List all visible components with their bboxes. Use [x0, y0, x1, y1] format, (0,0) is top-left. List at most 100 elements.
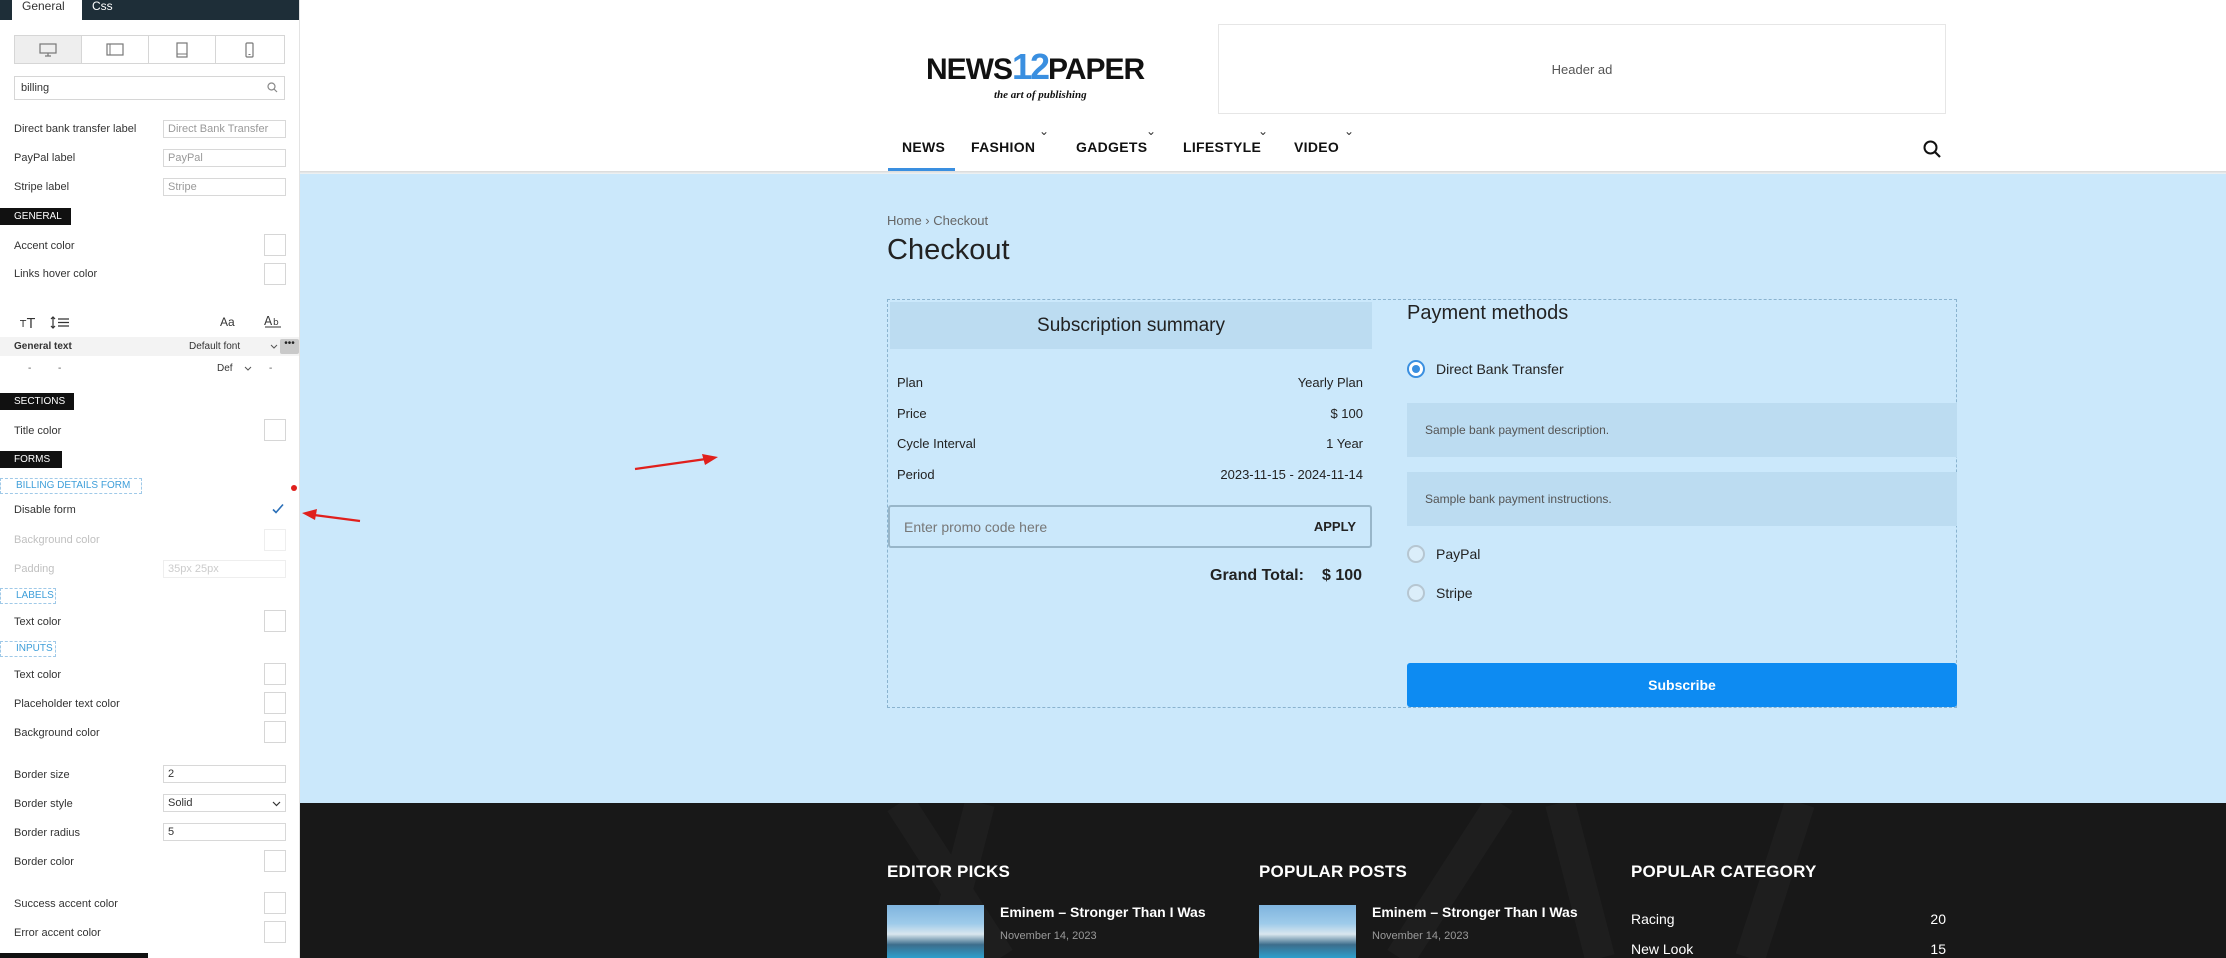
accent-color-swatch[interactable]: [264, 234, 286, 256]
accent-color-label: Accent color: [14, 240, 75, 252]
search-value: billing: [21, 82, 50, 94]
more-options-button[interactable]: •••: [280, 339, 299, 354]
section-forms: FORMS: [0, 451, 62, 468]
line-height-icon[interactable]: [50, 316, 70, 329]
category-racing-count: 20: [1930, 911, 1946, 927]
nav-fashion[interactable]: FASHION: [971, 139, 1035, 155]
stripe-label: Stripe label: [14, 181, 70, 193]
radio-direct-bank-transfer[interactable]: [1407, 360, 1425, 378]
page-title: Checkout: [887, 234, 1010, 266]
direct-bank-transfer-field[interactable]: Direct Bank Transfer: [163, 120, 286, 138]
font-size-icon[interactable]: TT: [20, 316, 36, 329]
nav-video[interactable]: VIDEO: [1294, 139, 1339, 155]
promo-code-field: Enter promo code here APPLY: [888, 505, 1372, 548]
radio-paypal[interactable]: [1407, 545, 1425, 563]
border-style-label: Border style: [14, 798, 73, 810]
search-icon: [267, 82, 278, 93]
footer-popular-category-title: POPULAR CATEGORY: [1631, 862, 1817, 881]
summary-value-price: $ 100: [1330, 406, 1363, 421]
tablet-landscape-view-button[interactable]: [82, 36, 149, 63]
phone-view-button[interactable]: [216, 36, 283, 63]
header-ad[interactable]: Header ad: [1218, 24, 1946, 114]
chevron-down-icon: [270, 344, 278, 349]
summary-label-price: Price: [897, 406, 927, 421]
apply-promo-button[interactable]: APPLY: [1314, 519, 1356, 534]
default-font-select[interactable]: Default font: [189, 341, 240, 352]
device-switcher: [14, 35, 285, 64]
text-transform-icon[interactable]: Ab: [264, 313, 282, 329]
typo-dash-2[interactable]: -: [58, 363, 61, 374]
nav-lifestyle[interactable]: LIFESTYLE: [1183, 139, 1261, 155]
svg-text:T: T: [20, 319, 27, 329]
border-radius-field[interactable]: 5: [163, 823, 286, 841]
radio-stripe[interactable]: [1407, 584, 1425, 602]
font-family-icon[interactable]: Aa: [220, 315, 235, 329]
logo-tagline: the art of publishing: [994, 89, 1087, 101]
search-icon[interactable]: [1923, 140, 1941, 158]
logo-number: 12: [1012, 46, 1050, 87]
chevron-down-icon: ⌄: [1039, 124, 1050, 138]
editor-pick-article-title[interactable]: Eminem – Stronger Than I Was: [1000, 904, 1206, 920]
chevron-down-icon: ⌄: [1344, 124, 1355, 138]
border-color-swatch[interactable]: [264, 850, 286, 872]
desktop-icon: [39, 42, 57, 57]
payment-label-direct-bank[interactable]: Direct Bank Transfer: [1436, 361, 1564, 377]
title-color-label: Title color: [14, 425, 62, 437]
stripe-label-field[interactable]: Stripe: [163, 178, 286, 196]
popular-post-article-title[interactable]: Eminem – Stronger Than I Was: [1372, 904, 1578, 920]
tablet-portrait-view-button[interactable]: [149, 36, 216, 63]
grand-total-value: $ 100: [1322, 567, 1363, 584]
border-size-field[interactable]: 2: [163, 765, 286, 783]
inputs-text-color-swatch[interactable]: [264, 663, 286, 685]
category-racing[interactable]: Racing: [1631, 911, 1675, 927]
paypal-label-field[interactable]: PayPal: [163, 149, 286, 167]
logo-news: NEWS: [926, 53, 1013, 86]
background-color-label-disabled: Background color: [14, 534, 100, 546]
category-new-look[interactable]: New Look: [1631, 941, 1693, 957]
desktop-view-button[interactable]: [15, 36, 82, 63]
error-accent-color-label: Error accent color: [14, 927, 101, 939]
annotation-arrow-right-icon: [634, 454, 718, 471]
inputs-background-color-swatch[interactable]: [264, 721, 286, 743]
footer-popular-posts-title: POPULAR POSTS: [1259, 862, 1408, 881]
typo-dash-1[interactable]: -: [28, 363, 31, 374]
title-color-swatch[interactable]: [264, 419, 286, 441]
nav-news[interactable]: NEWS: [902, 139, 945, 155]
site-logo[interactable]: NEWS12PAPER the art of publishing: [926, 49, 1170, 104]
success-accent-color-swatch[interactable]: [264, 892, 286, 914]
border-style-select[interactable]: Solid: [163, 794, 286, 812]
editor-pick-thumbnail[interactable]: [887, 905, 984, 958]
links-hover-color-swatch[interactable]: [264, 263, 286, 285]
subscribe-button[interactable]: Subscribe: [1407, 663, 1957, 707]
sidebar-search-input[interactable]: billing: [14, 76, 285, 100]
promo-code-input[interactable]: Enter promo code here: [904, 519, 1047, 535]
typo-dash-3[interactable]: -: [269, 363, 272, 374]
nav-gadgets[interactable]: GADGETS: [1076, 139, 1147, 155]
placeholder-text-color-swatch[interactable]: [264, 692, 286, 714]
subscription-summary-title: Subscription summary: [890, 302, 1372, 349]
modified-indicator-dot: [291, 485, 297, 491]
breadcrumb[interactable]: Home › Checkout: [887, 213, 988, 228]
error-accent-color-swatch[interactable]: [264, 921, 286, 943]
summary-value-plan: Yearly Plan: [1297, 375, 1363, 390]
sidebar-scrollbar[interactable]: [0, 953, 148, 958]
builder-sidebar: General Css billing Direct bank transfer…: [0, 0, 300, 958]
payment-label-paypal[interactable]: PayPal: [1436, 546, 1480, 562]
labels-text-color-label: Text color: [14, 616, 62, 628]
popular-post-thumbnail[interactable]: [1259, 905, 1356, 958]
subsection-labels: LABELS: [0, 588, 56, 604]
payment-label-stripe[interactable]: Stripe: [1436, 585, 1473, 601]
border-color-label: Border color: [14, 856, 74, 868]
labels-text-color-swatch[interactable]: [264, 610, 286, 632]
sidebar-tabs: General Css: [0, 0, 299, 20]
section-sections: SECTIONS: [0, 393, 74, 410]
disable-form-checkbox[interactable]: [270, 501, 286, 517]
svg-text:T: T: [26, 317, 35, 329]
checkmark-icon: [272, 503, 284, 514]
tab-general[interactable]: General: [12, 0, 82, 20]
tab-css[interactable]: Css: [82, 0, 152, 20]
font-weight-select[interactable]: Def: [217, 363, 233, 374]
popular-post-article-date: November 14, 2023: [1372, 930, 1469, 942]
disable-form-label: Disable form: [14, 504, 76, 516]
summary-value-period: 2023-11-15 - 2024-11-14: [1220, 467, 1363, 482]
